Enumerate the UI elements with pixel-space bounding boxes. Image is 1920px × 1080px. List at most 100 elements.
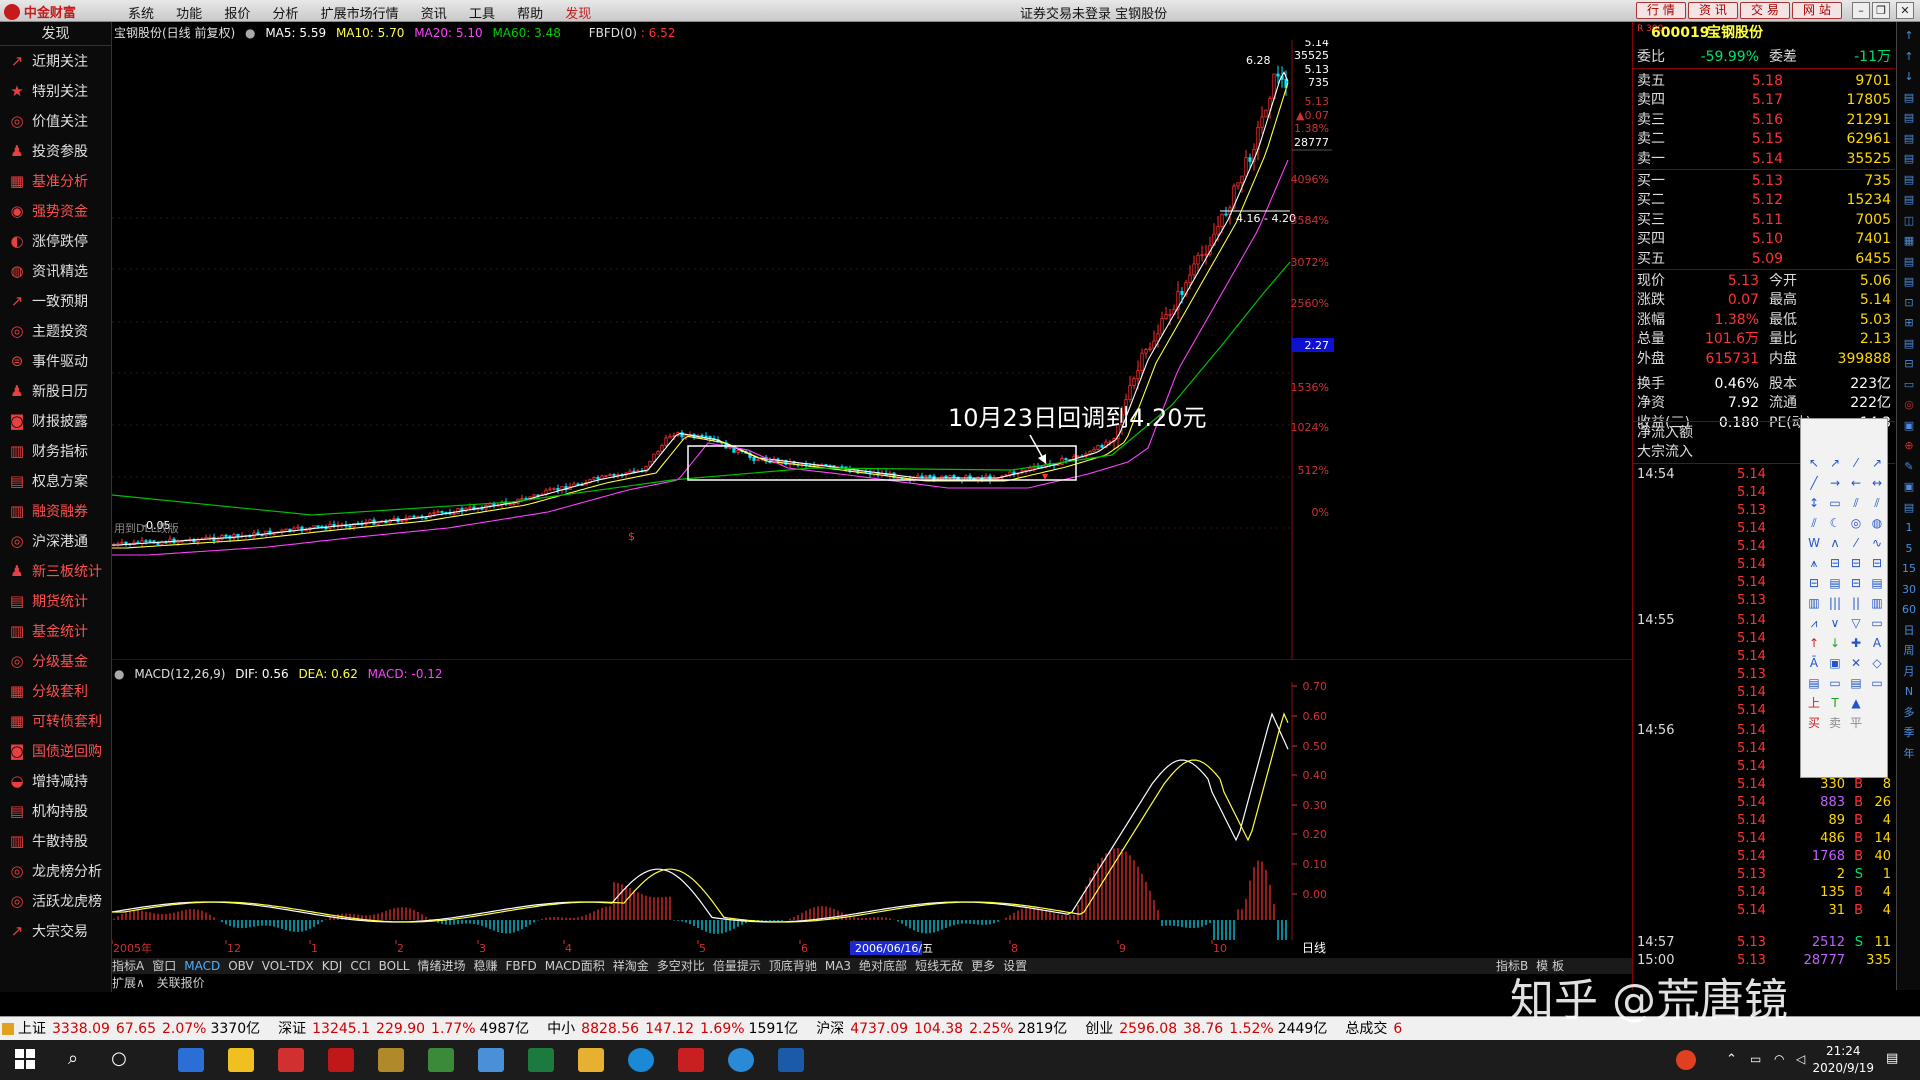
drawing-tool-icon[interactable]: ↗ — [1826, 455, 1844, 471]
menu-quote[interactable]: 报价 — [224, 7, 250, 22]
drawing-tool-icon[interactable]: → — [1826, 475, 1844, 491]
side-tool-icon[interactable]: ▤ — [1900, 192, 1918, 208]
drawing-tool-icon[interactable]: ◎ — [1847, 515, 1865, 531]
indicator-tab[interactable]: 绝对底部 — [859, 959, 907, 973]
sidebar-item[interactable]: ◎ 龙虎榜分析 — [0, 856, 111, 886]
side-tool-icon[interactable]: 15 — [1900, 561, 1918, 577]
cortana-icon[interactable]: ○ — [106, 1048, 132, 1072]
drawing-tool-icon[interactable]: ↑ — [1805, 635, 1823, 651]
side-tool-icon[interactable]: 30 — [1900, 582, 1918, 598]
menu-analysis[interactable]: 分析 — [272, 7, 298, 22]
side-tool-icon[interactable]: ▤ — [1900, 172, 1918, 188]
windows-start-icon[interactable] — [14, 1048, 40, 1072]
side-tool-icon[interactable]: ▤ — [1900, 254, 1918, 270]
indicator-tab[interactable]: 祥淘金 — [613, 959, 649, 973]
side-tool-icon[interactable]: ▣ — [1900, 418, 1918, 434]
sidebar-item[interactable]: ◎ 主题投资 — [0, 316, 111, 346]
indicator-tab[interactable]: MACD — [184, 959, 220, 973]
indicator-tab[interactable]: MA3 — [825, 959, 851, 973]
drawing-tool-icon[interactable]: 买 — [1805, 715, 1823, 731]
input-method-icon[interactable] — [1676, 1050, 1696, 1070]
macd-chart[interactable]: 0.70 0.60 0.50 0.40 0.30 0.20 0.10 0.00 — [112, 682, 1632, 940]
drawing-tool-icon[interactable]: ↗ — [1868, 455, 1886, 471]
sidebar-item[interactable]: ◎ 沪深港通 — [0, 526, 111, 556]
indicator-tab[interactable]: 多空对比 — [657, 959, 705, 973]
sidebar-item[interactable]: ◎ 价值关注 — [0, 106, 111, 136]
side-tool-icon[interactable]: ▤ — [1900, 151, 1918, 167]
ticker-index-name[interactable]: 深证 — [278, 1021, 306, 1037]
drawing-tool-icon[interactable]: ▣ — [1826, 655, 1844, 671]
sidebar-item[interactable]: ◙ 国债逆回购 — [0, 736, 111, 766]
ticker-index-name[interactable]: 中小 — [547, 1021, 575, 1037]
folder-app-icon[interactable] — [578, 1048, 604, 1072]
menu-tools[interactable]: 工具 — [469, 7, 495, 22]
side-tool-icon[interactable]: ↑ — [1900, 49, 1918, 65]
drawing-tool-icon[interactable]: ||| — [1826, 595, 1844, 611]
sidebar-item[interactable]: ↗ 近期关注 — [0, 46, 111, 76]
drawing-tool-icon[interactable]: ▥ — [1805, 595, 1823, 611]
drawing-tool-icon[interactable]: ▤ — [1805, 675, 1823, 691]
drawing-tool-icon[interactable]: ⊟ — [1868, 555, 1886, 571]
side-tool-icon[interactable]: 多 — [1900, 705, 1918, 721]
indicator-tab[interactable]: OBV — [228, 959, 254, 973]
mail-app-icon[interactable] — [478, 1048, 504, 1072]
top-btn-quote[interactable]: 行 情 — [1636, 2, 1686, 19]
drawing-tool-icon[interactable]: ∨ — [1826, 615, 1844, 631]
sidebar-item[interactable]: ▥ 财务指标 — [0, 436, 111, 466]
side-tool-icon[interactable]: 年 — [1900, 746, 1918, 762]
side-tool-icon[interactable]: ⊡ — [1900, 295, 1918, 311]
menu-discover[interactable]: 发现 — [565, 7, 591, 22]
sidebar-item[interactable]: ♟ 新股日历 — [0, 376, 111, 406]
sidebar-item[interactable]: ↗ 一致预期 — [0, 286, 111, 316]
indicator-tab[interactable]: 短线无敌 — [915, 959, 963, 973]
side-tool-icon[interactable]: ▤ — [1900, 131, 1918, 147]
drawing-tool-icon[interactable]: ⁄ — [1847, 535, 1865, 551]
indicator-tab[interactable]: 顶底背驰 — [769, 959, 817, 973]
ticker-index-name[interactable]: 上证 — [18, 1021, 46, 1037]
tab-related-quote[interactable]: 关联报价 — [157, 976, 205, 990]
network-icon[interactable]: ▭ — [1750, 1052, 1761, 1066]
top-btn-trade[interactable]: 交 易 — [1740, 2, 1790, 19]
sidebar-item[interactable]: ▦ 可转债套利 — [0, 706, 111, 736]
side-tool-icon[interactable]: ▤ — [1900, 110, 1918, 126]
sidebar-item[interactable]: ♟ 投资参股 — [0, 136, 111, 166]
indicator-tab[interactable]: FBFD — [506, 959, 537, 973]
macd-settings-icon[interactable]: ● — [114, 667, 124, 681]
sidebar-item[interactable]: ▥ 融资融券 — [0, 496, 111, 526]
side-tool-icon[interactable]: ◫ — [1900, 213, 1918, 229]
side-tool-icon[interactable]: ✎ — [1900, 459, 1918, 475]
search-icon[interactable]: ⌕ — [60, 1048, 86, 1072]
period-label[interactable]: 日线 — [1302, 941, 1326, 955]
drawing-tool-icon[interactable]: ▤ — [1868, 575, 1886, 591]
indicator-tab[interactable]: 稳赚 — [474, 959, 498, 973]
sidebar-item[interactable]: ▤ 权息方案 — [0, 466, 111, 496]
drawing-tool-icon[interactable]: ⫽ — [1805, 515, 1823, 531]
side-tool-icon[interactable]: ▤ — [1900, 90, 1918, 106]
top-btn-site[interactable]: 网 站 — [1792, 2, 1842, 19]
drawing-tool-icon[interactable]: T — [1826, 695, 1844, 711]
drawing-tool-icon[interactable]: ▭ — [1868, 615, 1886, 631]
sidebar-item[interactable]: ◐ 涨停跌停 — [0, 226, 111, 256]
drawing-tool-icon[interactable]: ⩘ — [1805, 615, 1823, 631]
side-tool-icon[interactable]: ↑ — [1900, 28, 1918, 44]
photo-app-icon[interactable] — [428, 1048, 454, 1072]
sidebar-item[interactable]: ◎ 活跃龙虎榜 — [0, 886, 111, 916]
drawing-tool-icon[interactable]: ✕ — [1847, 655, 1865, 671]
drawing-tool-icon[interactable]: ↕ — [1805, 495, 1823, 511]
drawing-tool-icon[interactable]: ▥ — [1868, 595, 1886, 611]
stock-app-icon[interactable] — [678, 1048, 704, 1072]
indicator-tab[interactable]: 指标A — [112, 959, 144, 973]
indicator-tab[interactable]: 设置 — [1003, 959, 1027, 973]
wifi-icon[interactable]: ◠ — [1774, 1052, 1784, 1066]
indicator-tab[interactable]: 倍量提示 — [713, 959, 761, 973]
drawing-tool-icon[interactable]: ▭ — [1826, 675, 1844, 691]
side-tool-icon[interactable]: ▣ — [1900, 479, 1918, 495]
sidebar-item[interactable]: ♟ 新三板统计 — [0, 556, 111, 586]
side-tool-icon[interactable]: ▭ — [1900, 377, 1918, 393]
sidebar-item[interactable]: ◙ 财报披露 — [0, 406, 111, 436]
side-tool-icon[interactable]: ⊞ — [1900, 315, 1918, 331]
menu-system[interactable]: 系统 — [128, 7, 154, 22]
drawing-tool-icon[interactable]: ↖ — [1805, 455, 1823, 471]
drawing-tool-icon[interactable]: ⊟ — [1826, 555, 1844, 571]
side-tool-icon[interactable]: ⊕ — [1900, 438, 1918, 454]
